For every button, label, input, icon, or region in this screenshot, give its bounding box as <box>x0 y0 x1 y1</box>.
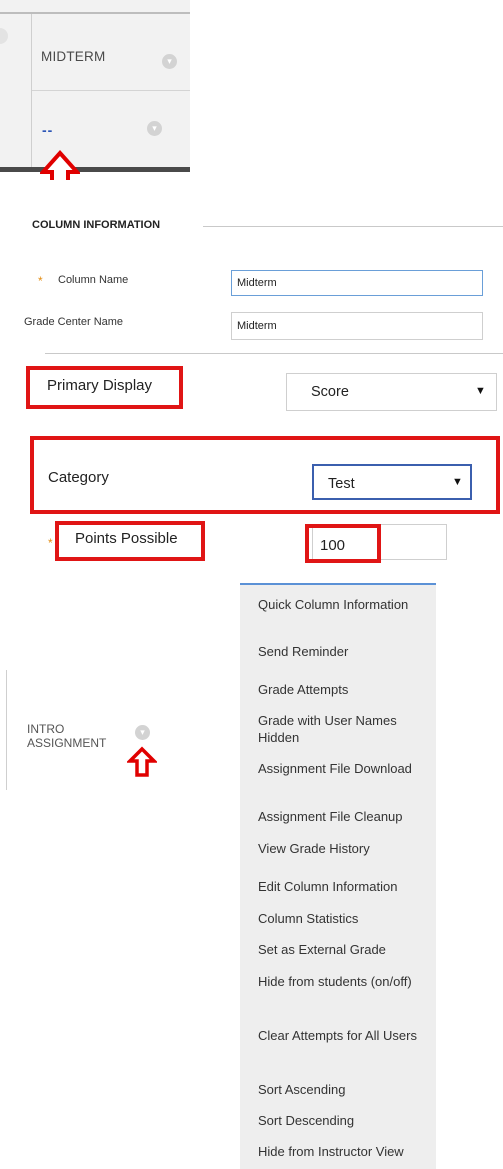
chevron-down-icon[interactable]: ▾ <box>147 121 162 136</box>
dropdown-arrow-icon: ▼ <box>475 385 486 397</box>
dropdown-arrow-icon: ▼ <box>452 476 463 488</box>
menu-item-view-grade-history[interactable]: View Grade History <box>258 840 433 857</box>
menu-item-grade-attempts[interactable]: Grade Attempts <box>258 681 433 698</box>
form-divider <box>45 353 503 354</box>
column-name-label: Column Name <box>58 274 129 286</box>
column-title-line: INTRO <box>27 722 65 736</box>
menu-item-send-reminder[interactable]: Send Reminder <box>258 643 433 660</box>
menu-item-assignment-file-download[interactable]: Assignment File Download <box>258 760 433 777</box>
column-divider <box>31 14 32 172</box>
red-up-arrow-icon <box>125 746 159 778</box>
menu-item-edit-column-information[interactable]: Edit Column Information <box>258 878 433 895</box>
grade-center-name-input[interactable] <box>231 312 483 340</box>
primary-display-value: Score <box>311 384 349 400</box>
section-title: COLUMN INFORMATION <box>32 219 161 231</box>
column-header-midterm[interactable]: MIDTERM <box>41 49 105 64</box>
menu-item-set-as-external-grade[interactable]: Set as External Grade <box>258 941 433 958</box>
left-column-handle <box>0 28 8 44</box>
points-possible-value: 100 <box>320 537 346 554</box>
chevron-down-icon[interactable]: ▾ <box>135 725 150 740</box>
grade-cell-link[interactable]: -- <box>42 122 53 138</box>
chevron-down-icon[interactable]: ▾ <box>162 54 177 69</box>
menu-item-sort-ascending[interactable]: Sort Ascending <box>258 1081 433 1098</box>
category-select[interactable]: Test ▼ <box>312 464 472 500</box>
menu-item-grade-user-names-hidden[interactable]: Grade with User Names Hidden <box>258 712 433 746</box>
category-label: Category <box>48 469 109 486</box>
menu-item-hide-from-students[interactable]: Hide from students (on/off) <box>258 973 433 990</box>
column-name-input[interactable] <box>231 270 483 296</box>
menu-item-column-statistics[interactable]: Column Statistics <box>258 910 433 927</box>
category-value: Test <box>328 476 355 492</box>
points-possible-label: Points Possible <box>75 530 178 547</box>
menu-item-hide-from-instructor-view[interactable]: Hide from Instructor View <box>258 1143 433 1160</box>
primary-display-select[interactable]: Score ▼ <box>286 373 497 411</box>
required-asterisk: * <box>38 274 43 288</box>
column-divider <box>6 670 7 790</box>
grade-center-name-label: Grade Center Name <box>24 316 124 328</box>
menu-item-clear-attempts[interactable]: Clear Attempts for All Users <box>258 1027 433 1044</box>
row-divider <box>32 90 190 91</box>
section-divider <box>203 226 503 227</box>
required-asterisk: * <box>48 536 53 550</box>
menu-item-assignment-file-cleanup[interactable]: Assignment File Cleanup <box>258 808 433 825</box>
primary-display-label: Primary Display <box>47 377 153 394</box>
column-information-panel: COLUMN INFORMATION * Column Name Grade C… <box>0 180 503 575</box>
grade-center-header-panel: MIDTERM ▾ -- ▾ <box>0 0 190 172</box>
header-bottom-bar <box>0 167 190 172</box>
column-context-menu: Quick Column Information Send Reminder G… <box>240 583 436 1169</box>
column-header-intro-assignment[interactable]: INTRO ASSIGNMENT <box>27 722 106 750</box>
menu-item-sort-descending[interactable]: Sort Descending <box>258 1112 433 1129</box>
header-top-border <box>0 12 190 14</box>
column-title-line: ASSIGNMENT <box>27 736 107 750</box>
menu-item-quick-column-information[interactable]: Quick Column Information <box>258 596 433 613</box>
